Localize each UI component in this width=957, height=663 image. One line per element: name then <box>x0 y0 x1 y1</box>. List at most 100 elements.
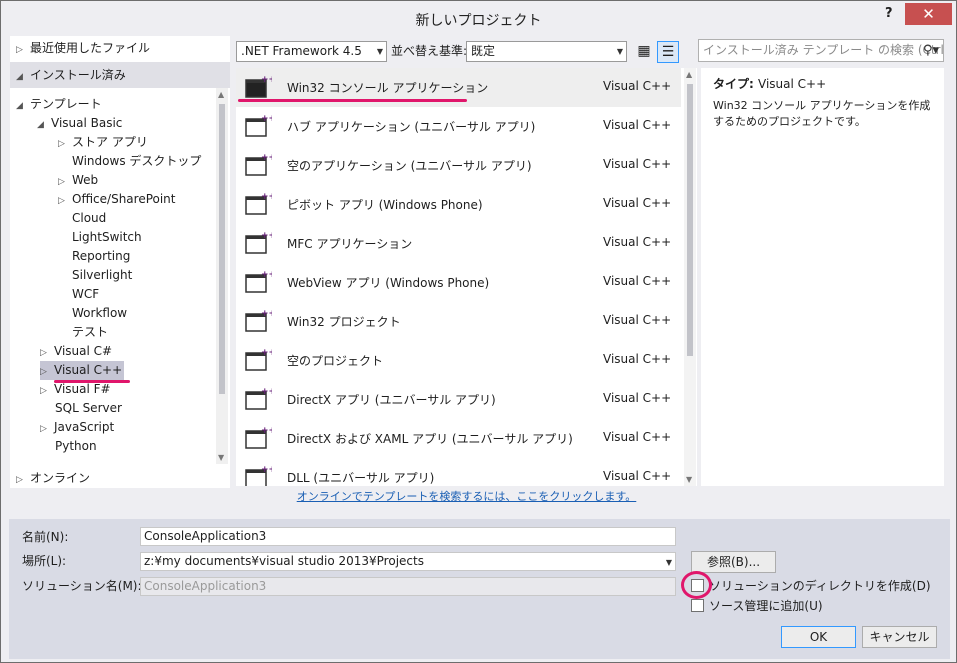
scroll-up-icon[interactable]: ▲ <box>686 70 692 79</box>
type-label: タイプ: <box>713 77 754 91</box>
list-scrollbar[interactable]: ▲ ▼ <box>684 68 696 486</box>
svg-text:++: ++ <box>261 465 272 475</box>
name-input[interactable]: ConsoleApplication3 <box>140 527 676 546</box>
template-item[interactable]: ++ ハブ アプリケーション (ユニバーサル アプリ) Visual C++ <box>236 107 681 146</box>
template-language: Visual C++ <box>603 469 672 483</box>
list-view-icon[interactable]: ☰ <box>657 41 679 63</box>
tree-label: Web <box>72 173 99 187</box>
console-app-icon: ++ <box>244 73 276 101</box>
tree-wcf[interactable]: WCF <box>72 285 99 304</box>
template-item[interactable]: ++ MFC アプリケーション Visual C++ <box>236 224 681 263</box>
solution-name-label: ソリューション名(M): <box>22 579 142 593</box>
scrollbar-thumb[interactable] <box>687 84 693 356</box>
template-item[interactable]: ++ WebView アプリ (Windows Phone) Visual C++ <box>236 263 681 302</box>
close-button[interactable]: ✕ <box>905 3 952 25</box>
svg-text:++: ++ <box>261 348 272 358</box>
scroll-down-icon[interactable]: ▼ <box>686 475 692 484</box>
svg-text:++: ++ <box>261 114 272 124</box>
tree-label: LightSwitch <box>72 230 142 244</box>
collapse-arrow-icon: ◢ <box>16 101 23 111</box>
template-item[interactable]: ++ 空のアプリケーション (ユニバーサル アプリ) Visual C++ <box>236 146 681 185</box>
template-search-input[interactable]: インストール済み テンプレート の検索 (Ctrl ⚲▾ <box>698 39 944 62</box>
webview-app-icon: ++ <box>244 268 276 296</box>
expand-arrow-icon: ▷ <box>40 386 47 396</box>
template-item[interactable]: ++ ピボット アプリ (Windows Phone) Visual C++ <box>236 185 681 224</box>
tree-label: Office/SharePoint <box>72 192 176 206</box>
template-name: DirectX アプリ (ユニバーサル アプリ) <box>287 393 496 407</box>
template-language: Visual C++ <box>603 352 672 366</box>
installed-node[interactable]: ◢ インストール済み <box>10 62 230 88</box>
template-language: Visual C++ <box>603 196 672 210</box>
template-item[interactable]: ++ DLL (ユニバーサル アプリ) Visual C++ <box>236 458 681 486</box>
template-item[interactable]: ++ DirectX および XAML アプリ (ユニバーサル アプリ) Visua… <box>236 419 681 458</box>
expand-arrow-icon: ▷ <box>58 139 65 149</box>
online-search-link[interactable]: オンラインでテンプレートを検索するには、ここをクリックします。 <box>236 488 697 504</box>
template-name: 空のアプリケーション (ユニバーサル アプリ) <box>287 159 532 173</box>
location-combobox[interactable]: z:¥my documents¥visual studio 2013¥Proje… <box>140 552 676 571</box>
template-description: Win32 コンソール アプリケーションを作成するためのプロジェクトです。 <box>713 99 931 128</box>
chevron-down-icon: ▼ <box>616 47 623 56</box>
tree-windows-desktop[interactable]: Windows デスクトップ <box>72 152 201 171</box>
scroll-down-icon[interactable]: ▼ <box>218 453 224 462</box>
recent-node[interactable]: ▷ 最近使用したファイル <box>16 37 150 59</box>
expand-arrow-icon: ▷ <box>16 475 23 485</box>
template-item[interactable]: ++ 空のプロジェクト Visual C++ <box>236 341 681 380</box>
tree-label: Visual C# <box>54 344 113 358</box>
cancel-button[interactable]: キャンセル <box>862 626 937 648</box>
tree-javascript[interactable]: ▷ JavaScript <box>40 418 114 437</box>
collapse-arrow-icon: ◢ <box>16 72 23 82</box>
ok-button[interactable]: OK <box>781 626 856 648</box>
template-language: Visual C++ <box>603 313 672 327</box>
scroll-up-icon[interactable]: ▲ <box>218 90 224 99</box>
template-language: Visual C++ <box>603 118 672 132</box>
svg-text:++: ++ <box>261 75 272 85</box>
tree-web[interactable]: ▷ Web <box>58 171 98 190</box>
svg-text:++: ++ <box>261 270 272 280</box>
tree-visual-csharp[interactable]: ▷ Visual C# <box>40 342 112 361</box>
sort-value: 既定 <box>471 44 496 58</box>
template-item[interactable]: ++ DirectX アプリ (ユニバーサル アプリ) Visual C++ <box>236 380 681 419</box>
highlight-circle <box>681 571 712 599</box>
tree-cloud[interactable]: Cloud <box>72 209 106 228</box>
collapse-arrow-icon: ◢ <box>37 120 44 130</box>
tree-office-sharepoint[interactable]: ▷ Office/SharePoint <box>58 190 176 209</box>
dll-icon: ++ <box>244 463 276 486</box>
template-item[interactable]: ++ Win32 プロジェクト Visual C++ <box>236 302 681 341</box>
sort-dropdown[interactable]: 既定 ▼ <box>466 41 627 62</box>
highlight-underline <box>238 99 467 102</box>
tree-templates[interactable]: ◢ テンプレート <box>16 95 102 114</box>
name-label: 名前(N): <box>22 530 69 544</box>
tree-python[interactable]: Python <box>55 437 97 456</box>
solution-name-input[interactable]: ConsoleApplication3 <box>140 577 676 596</box>
online-node[interactable]: ▷ オンライン <box>16 467 90 489</box>
help-button[interactable]: ? <box>885 6 893 21</box>
framework-dropdown[interactable]: .NET Framework 4.5 ▼ <box>236 41 387 62</box>
tree-lightswitch[interactable]: LightSwitch <box>72 228 142 247</box>
browse-button[interactable]: 参照(B)... <box>691 551 776 573</box>
template-tree: ◢ テンプレート ◢ Visual Basic ▷ ストア アプリ Windows デ… <box>10 92 214 497</box>
tree-label: Windows デスクトップ <box>72 154 202 168</box>
tree-store-apps[interactable]: ▷ ストア アプリ <box>58 133 148 152</box>
tree-label: WCF <box>72 287 100 301</box>
directx-xaml-app-icon: ++ <box>244 424 276 452</box>
template-name: MFC アプリケーション <box>287 237 413 251</box>
tree-sql-server[interactable]: SQL Server <box>55 399 122 418</box>
small-icons-view-icon[interactable]: ▦ <box>633 41 655 63</box>
tree-silverlight[interactable]: Silverlight <box>72 266 132 285</box>
tree-scrollbar[interactable]: ▲ ▼ <box>216 88 228 464</box>
template-name: Win32 プロジェクト <box>287 315 401 329</box>
scrollbar-thumb[interactable] <box>219 104 225 394</box>
template-language: Visual C++ <box>603 79 672 93</box>
tree-visual-cpp[interactable]: ▷ Visual C++ <box>40 361 125 380</box>
source-control-checkbox[interactable] <box>691 599 704 612</box>
tree-reporting[interactable]: Reporting <box>72 247 130 266</box>
tree-workflow[interactable]: Workflow <box>72 304 127 323</box>
template-language: Visual C++ <box>603 235 672 249</box>
tree-label: JavaScript <box>54 420 115 434</box>
tree-visual-basic[interactable]: ◢ Visual Basic <box>37 114 122 133</box>
tree-label: Python <box>55 439 97 453</box>
template-language: Visual C++ <box>603 430 672 444</box>
tree-test[interactable]: テスト <box>72 323 108 342</box>
svg-text:++: ++ <box>261 387 272 397</box>
svg-text:++: ++ <box>261 309 272 319</box>
